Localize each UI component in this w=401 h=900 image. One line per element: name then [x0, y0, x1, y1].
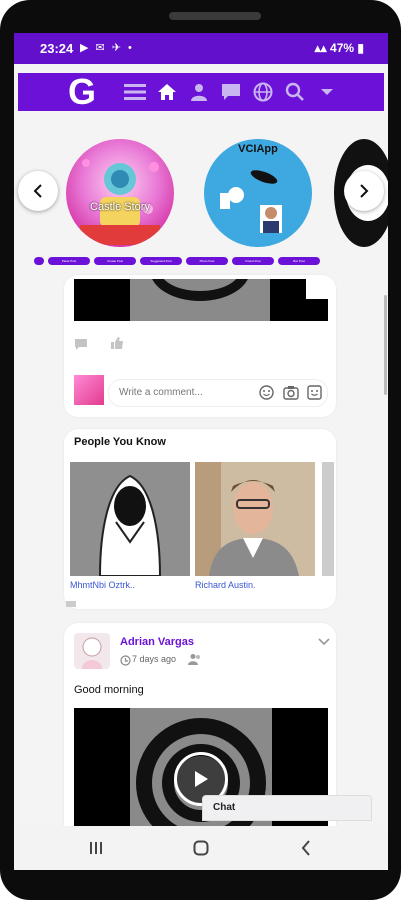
home-button-icon[interactable] — [186, 836, 216, 860]
person-name[interactable]: MhmtNbi Oztrk.. — [70, 580, 135, 590]
clock-icon — [120, 653, 131, 671]
story-tab[interactable]: Suggested Post — [140, 257, 182, 265]
camera-icon[interactable] — [283, 385, 299, 405]
status-right: ▴▴ 47% ▮ — [315, 41, 364, 55]
person-photo[interactable] — [195, 462, 315, 576]
globe-icon[interactable] — [250, 79, 276, 105]
post-options-chevron-icon[interactable] — [318, 633, 330, 651]
battery-level: 47% — [330, 41, 355, 55]
app-bar: G — [18, 73, 384, 111]
story-castle[interactable]: Castle Story — [66, 139, 174, 247]
people-scroll-indicator — [322, 462, 334, 576]
story-castle-image — [80, 159, 160, 245]
emoji-icon[interactable] — [259, 385, 274, 405]
friends-icon — [188, 652, 202, 670]
status-bar: 23:24 ▶ ✉ ✈ • ▴▴ 47% ▮ — [14, 33, 388, 64]
notification-icons: ▶ ✉ ✈ • — [80, 42, 134, 54]
person-name[interactable]: Richard Austin. — [195, 580, 256, 590]
page-scrollbar[interactable] — [384, 295, 387, 395]
comment-input[interactable]: Write a comment... — [108, 379, 328, 407]
battery-icon: ▮ — [357, 41, 364, 55]
menu-icon[interactable] — [122, 79, 148, 105]
sticker-icon[interactable] — [307, 385, 322, 405]
story-tab[interactable]: Photo Post — [186, 257, 228, 265]
feed: Castle Story VCIApp Paste Post Create Po… — [14, 111, 388, 863]
status-time: 23:24 — [40, 41, 74, 56]
user-avatar — [74, 375, 104, 405]
people-scroll-thumb[interactable] — [66, 601, 76, 607]
chevron-down-icon[interactable] — [314, 79, 340, 105]
recent-apps-icon[interactable] — [81, 836, 111, 860]
search-icon[interactable] — [282, 79, 308, 105]
story-tab[interactable]: Create Post — [94, 257, 136, 265]
story-tab[interactable]: Friend Post — [232, 257, 274, 265]
system-navigation-bar — [14, 826, 388, 870]
signal-icon: ▴▴ — [314, 41, 331, 55]
phone-frame: 23:24 ▶ ✉ ✈ • ▴▴ 47% ▮ G Castle Story VC… — [0, 0, 401, 900]
stories-next-button[interactable] — [344, 171, 384, 211]
previous-post-video[interactable] — [74, 279, 328, 321]
person-photo-hooded — [70, 462, 190, 576]
speaker-grille — [169, 12, 261, 20]
chat-bar[interactable]: Chat — [202, 795, 372, 821]
post-time: 7 days ago — [132, 654, 177, 664]
home-icon[interactable] — [154, 79, 180, 105]
screen: 23:24 ▶ ✉ ✈ • ▴▴ 47% ▮ G Castle Story VC… — [14, 33, 388, 870]
user-icon[interactable] — [186, 79, 212, 105]
story-tab[interactable]: Bar Post — [278, 257, 320, 265]
chat-label: Chat — [213, 802, 236, 813]
back-icon[interactable] — [291, 836, 321, 860]
post-author-avatar[interactable] — [74, 633, 110, 669]
like-icon[interactable] — [110, 336, 124, 355]
story-label: Castle Story — [90, 201, 150, 213]
post-author[interactable]: Adrian Vargas — [120, 636, 194, 648]
stories-prev-button[interactable] — [18, 171, 58, 211]
app-logo[interactable]: G — [68, 74, 96, 110]
story-tab-partial[interactable] — [34, 257, 44, 265]
story-vciapp[interactable]: VCIApp — [204, 139, 312, 247]
post-text: Good morning — [74, 684, 144, 696]
chat-icon[interactable] — [218, 79, 244, 105]
story-tab[interactable]: Paste Post — [48, 257, 90, 265]
story-tabs: Paste Post Create Post Suggested Post Ph… — [34, 257, 334, 265]
comment-icon[interactable] — [74, 338, 88, 357]
comment-placeholder: Write a comment... — [119, 387, 203, 398]
person-photo[interactable] — [70, 462, 190, 576]
person-photo-richard — [195, 462, 315, 576]
people-you-know-title: People You Know — [74, 436, 166, 448]
story-vciapp-image — [220, 170, 282, 233]
